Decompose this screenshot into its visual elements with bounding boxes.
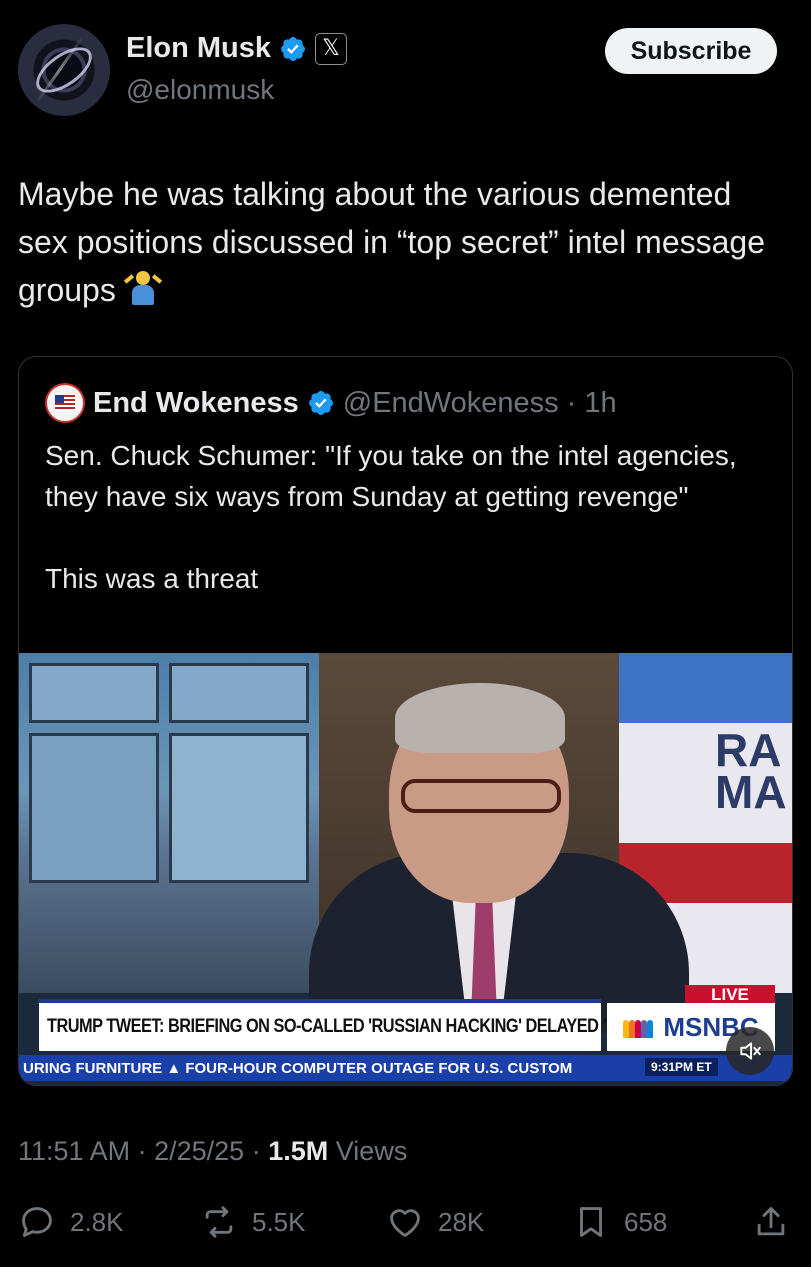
chyron-text: TRUMP TWEET: BRIEFING ON SO-CALLED 'RUSS… [47,1016,662,1037]
subscribe-button[interactable]: Subscribe [605,28,777,74]
person-shrugging-emoji-icon [123,269,162,307]
repost-count: 5.5K [252,1206,306,1237]
tweet-date[interactable]: 2/25/25 [154,1136,244,1166]
ticker-time: 9:31PM ET [645,1058,718,1076]
repost-button[interactable]: 5.5K [200,1198,306,1246]
repost-icon [205,1206,233,1238]
ticker-text: URING FURNITURE ▲ FOUR-HOUR COMPUTER OUT… [23,1059,573,1077]
news-ticker: URING FURNITURE ▲ FOUR-HOUR COMPUTER OUT… [19,1055,792,1081]
quoted-tweet-card[interactable]: End Wokeness @EndWokeness · 1h Sen. Chuc… [18,356,793,1086]
views-label: Views [335,1136,408,1166]
quoted-age[interactable]: 1h [584,387,616,420]
share-icon [757,1207,785,1236]
author-handle[interactable]: @elonmusk [126,74,274,106]
reply-icon [22,1207,52,1237]
video-player[interactable]: RA MA LIVE TRUMP TWEET: BRIEFING ON SO-C… [19,653,792,1085]
bookmark-button[interactable]: 658 [572,1198,667,1246]
like-count: 28K [438,1206,485,1237]
quoted-tweet-header: End Wokeness @EndWokeness · 1h [45,383,617,423]
tweet-body: Maybe he was talking about the various d… [18,170,778,314]
quoted-tweet-text: Sen. Chuck Schumer: "If you take on the … [45,440,737,594]
tweet-header: Elon Musk 𝕏 @elonmusk Subscribe [18,24,793,120]
author-name-row: Elon Musk 𝕏 [126,32,348,65]
news-chyron: TRUMP TWEET: BRIEFING ON SO-CALLED 'RUSS… [39,999,662,1051]
bookmark-count: 658 [624,1206,668,1237]
reply-button[interactable]: 2.8K [18,1198,124,1246]
tweet-actions-bar: 2.8K 5.5K 28K 658 [18,1198,793,1246]
live-badge: LIVE [685,985,775,1005]
reply-count: 2.8K [70,1206,124,1237]
video-speaker [269,683,689,1033]
author-name[interactable]: Elon Musk [126,32,271,65]
quoted-author-handle[interactable]: @EndWokeness [343,387,559,420]
speaker-muted-icon [740,1042,761,1060]
quoted-author-name[interactable]: End Wokeness [93,387,299,420]
quoted-separator: · [566,386,577,419]
share-button[interactable] [752,1198,790,1246]
author-avatar[interactable] [18,24,110,116]
show-logo-text: RA MA [715,724,787,818]
verified-badge-icon [308,391,333,415]
mute-button[interactable] [726,1027,774,1075]
bookmark-icon [580,1207,602,1237]
quoted-author-avatar[interactable] [45,383,85,423]
views-count[interactable]: 1.5M [268,1136,328,1166]
like-button[interactable]: 28K [386,1198,484,1246]
peacock-icon [623,1016,657,1038]
heart-icon [390,1209,420,1237]
x-logo-icon[interactable]: 𝕏 [315,32,348,65]
avatar-ring-graphic [28,38,100,102]
tweet-meta: 11:51 AM · 2/25/25 · 1.5M Views [18,1136,407,1167]
tweet-time[interactable]: 11:51 AM [18,1136,130,1166]
meta-separator: · [137,1136,147,1166]
meta-separator: · [251,1136,261,1166]
verified-badge-icon[interactable] [279,35,307,63]
